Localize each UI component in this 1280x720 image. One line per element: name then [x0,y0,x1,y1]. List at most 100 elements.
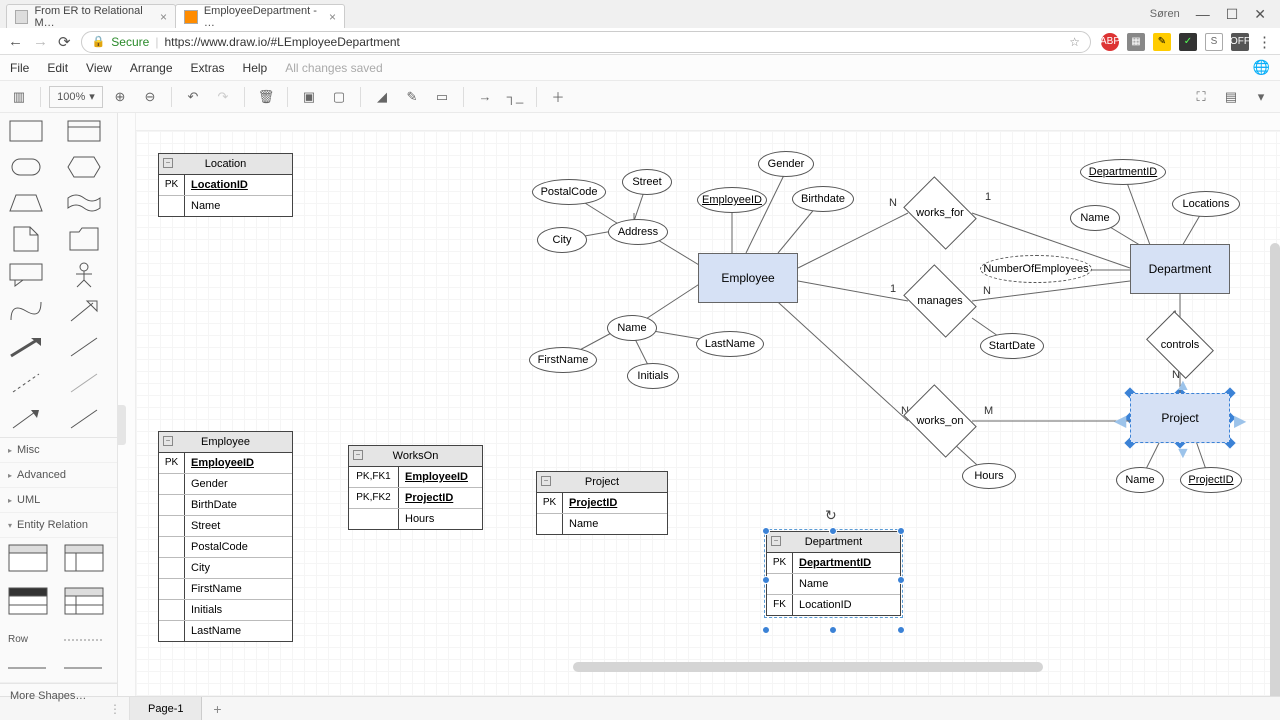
attr-name[interactable]: Name [607,315,657,341]
zoom-out-icon[interactable]: ⊖ [137,84,163,110]
abp-icon[interactable]: ABP [1101,33,1119,51]
reload-icon[interactable]: ⟳ [58,33,71,51]
attr-initials[interactable]: Initials [627,363,679,389]
to-back-icon[interactable]: ▢ [326,84,352,110]
attr-street[interactable]: Street [622,169,672,195]
close-window-icon[interactable]: ✕ [1254,6,1266,23]
attr-lastname[interactable]: LastName [696,331,764,357]
browser-tab-active[interactable]: EmployeeDepartment - … × [175,4,345,28]
er-row-icon[interactable] [64,630,110,648]
table-workson[interactable]: −WorksOn PK,FK1EmployeeID PK,FK2ProjectI… [348,445,483,530]
shape-title-rect-icon[interactable] [64,117,104,145]
conn-arrow-icon[interactable]: ▲ [1175,377,1191,395]
back-icon[interactable]: ← [8,33,23,50]
page-tab[interactable]: Page-1 [130,697,202,720]
insert-icon[interactable]: ＋ [545,84,571,110]
rel-works-on[interactable]: works_on [910,399,970,443]
table-employee[interactable]: −Employee PKEmployeeID Gender BirthDate … [158,431,293,642]
shape-arrow-diag-icon[interactable] [64,297,104,325]
tab-close-icon[interactable]: × [160,10,167,24]
shadow-icon[interactable]: ▭ [429,84,455,110]
fit-icon[interactable]: ⛶ [1188,84,1214,110]
horizontal-scrollbar[interactable] [573,662,1043,672]
shape-trapezoid-icon[interactable] [6,189,46,217]
cat-misc[interactable]: Misc [0,438,117,463]
to-front-icon[interactable]: ▣ [296,84,322,110]
globe-icon[interactable]: 🌐 [1253,59,1270,76]
shape-arrow-end-icon[interactable] [6,405,46,433]
maximize-icon[interactable]: ☐ [1226,6,1239,23]
attr-dept-name[interactable]: Name [1070,205,1120,231]
menu-arrange[interactable]: Arrange [130,61,173,75]
attr-employeeid[interactable]: EmployeeID [697,187,767,213]
rel-manages[interactable]: manages [910,279,970,323]
conn-arrow-icon[interactable]: ◀ [1114,411,1126,431]
browser-tab[interactable]: From ER to Relational M… × [6,4,176,28]
shape-rect-icon[interactable] [6,117,46,145]
cat-advanced[interactable]: Advanced [0,463,117,488]
diagram-canvas[interactable]: −Location PKLocationID Name −Employee PK… [118,113,1280,696]
attr-departmentid[interactable]: DepartmentID [1080,159,1166,185]
browser-menu-icon[interactable]: ⋮ [1257,33,1272,51]
arrow-style-icon[interactable]: → [472,84,498,110]
er-divider-icon[interactable] [8,658,54,676]
attr-city[interactable]: City [537,227,587,253]
cat-uml[interactable]: UML [0,488,117,513]
shape-line-diag-icon[interactable] [64,333,104,361]
redo-icon[interactable]: ↷ [210,84,236,110]
shape-hexagon-icon[interactable] [64,153,104,181]
fill-icon[interactable]: ◢ [369,84,395,110]
star-icon[interactable]: ☆ [1069,35,1080,49]
vertical-scrollbar[interactable] [1270,243,1280,696]
attr-postalcode[interactable]: PostalCode [532,179,606,205]
format-panel-icon[interactable]: ▤ [1218,84,1244,110]
er-table2-icon[interactable] [64,544,110,577]
menu-extras[interactable]: Extras [191,61,225,75]
forward-icon[interactable]: → [33,33,48,50]
rotate-handle-icon[interactable]: ↻ [825,507,837,524]
er-line-icon[interactable] [64,658,110,676]
attr-hours[interactable]: Hours [962,463,1016,489]
menu-edit[interactable]: Edit [47,61,68,75]
ext-icon[interactable]: S [1205,33,1223,51]
er-table3-icon[interactable] [8,587,54,620]
table-project[interactable]: −Project PKProjectID Name [536,471,668,535]
ext-icon[interactable]: OFF [1231,33,1249,51]
er-table-icon[interactable] [8,544,54,577]
shape-cylinder-icon[interactable] [6,153,46,181]
menu-file[interactable]: File [10,61,29,75]
delete-icon[interactable]: 🗑 [253,84,279,110]
shape-curve-icon[interactable] [6,297,46,325]
attr-gender[interactable]: Gender [758,151,814,177]
connector-style-icon[interactable]: ┐_ [502,84,528,110]
ext-icon[interactable]: ✓ [1179,33,1197,51]
shape-folder-icon[interactable] [64,225,104,253]
menu-view[interactable]: View [86,61,112,75]
collapse-icon[interactable]: ▾ [1248,84,1274,110]
shape-doc-icon[interactable] [6,225,46,253]
attr-firstname[interactable]: FirstName [529,347,597,373]
url-input[interactable]: 🔒 Secure | https://www.draw.io/#LEmploye… [81,31,1091,53]
tab-close-icon[interactable]: × [329,10,336,24]
attr-proj-name[interactable]: Name [1116,467,1164,493]
er-table4-icon[interactable] [64,587,110,620]
shape-thin-line-icon[interactable] [64,369,104,397]
undo-icon[interactable]: ↶ [180,84,206,110]
shape-dash-line-icon[interactable] [6,369,46,397]
shape-plain-line-icon[interactable] [64,405,104,433]
menu-help[interactable]: Help [243,61,268,75]
shape-callout-icon[interactable] [6,261,46,289]
shape-wave-icon[interactable] [64,189,104,217]
zoom-select[interactable]: 100% ▾ [49,86,103,108]
footer-grip[interactable]: ⋮ [0,697,130,720]
entity-department[interactable]: Department [1130,244,1230,294]
ext-icon[interactable]: ✎ [1153,33,1171,51]
conn-arrow-icon[interactable]: ▼ [1175,445,1191,463]
panel-toggle-icon[interactable]: ▥ [6,84,32,110]
entity-project[interactable]: Project [1130,393,1230,443]
minimize-icon[interactable]: — [1196,6,1210,22]
attr-address[interactable]: Address [608,219,668,245]
rel-works-for[interactable]: works_for [910,191,970,235]
add-page-button[interactable]: + [202,701,232,717]
table-department-selected[interactable]: −Department PKDepartmentID Name FKLocati… [766,531,901,616]
